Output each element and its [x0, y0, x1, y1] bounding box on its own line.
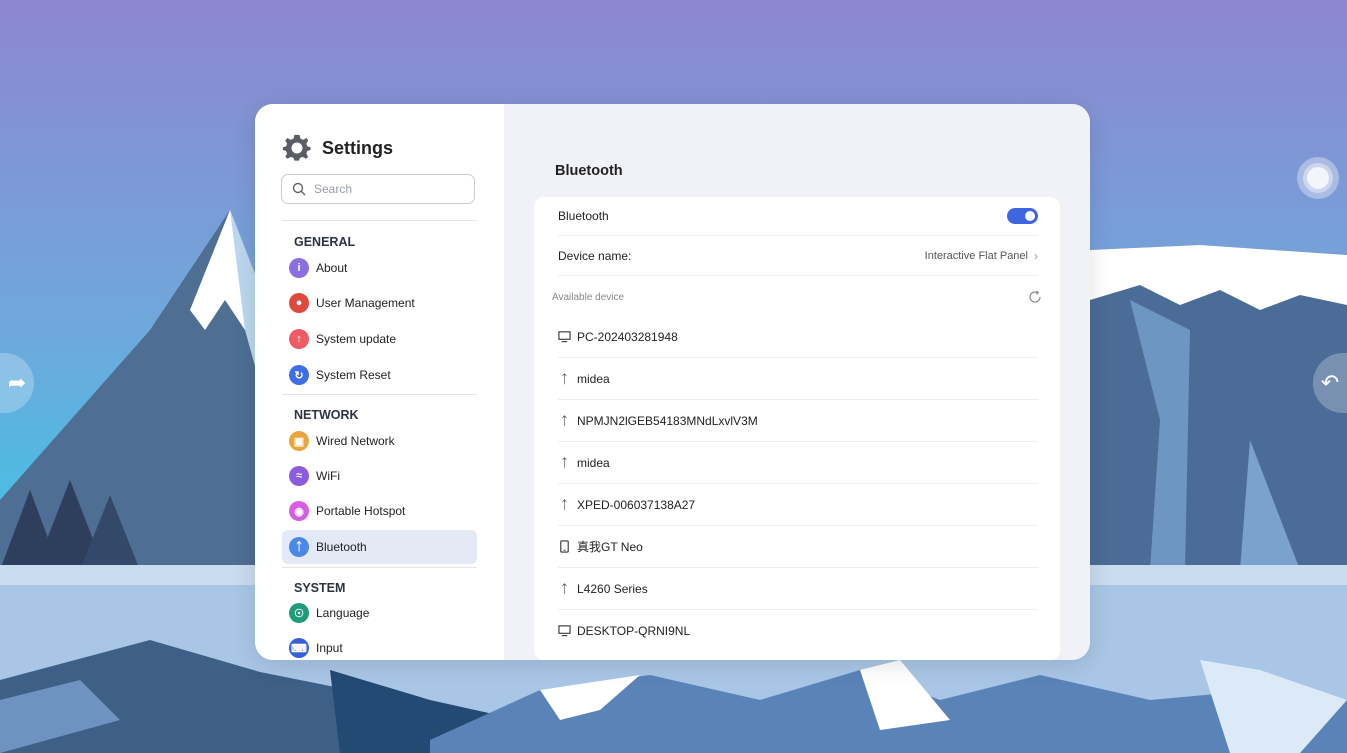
device-list-item[interactable]: ᛏ L4260 Series [558, 568, 1038, 610]
toggle-knob [1025, 211, 1035, 221]
app-title-text: Settings [322, 137, 394, 158]
device-name: NPMJN2lGEB54183MNdLxvlV3M [577, 413, 758, 428]
update-icon: ↑ [289, 329, 309, 349]
sidebar-item-system-reset[interactable]: ↻ System Reset [282, 358, 477, 392]
device-name: XPED-006037138A27 [577, 497, 696, 512]
globe-icon: ☉ [289, 603, 309, 623]
input-icon: ⌨ [289, 638, 309, 658]
sidebar-item-user-management[interactable]: ● User Management [282, 286, 477, 320]
device-name: 真我GT Neo [577, 540, 643, 554]
device-list-item[interactable]: ᛏ midea [558, 358, 1038, 400]
bluetooth-icon: ᛏ [560, 371, 569, 386]
refresh-icon[interactable] [1028, 290, 1042, 304]
sidebar-item-label: About [316, 261, 348, 275]
device-list-item[interactable]: ᛏ XPED-006037138A27 [558, 484, 1038, 526]
bluetooth-card: Bluetooth Device name: Interactive Flat … [534, 197, 1060, 660]
sidebar-item-about[interactable]: i About [282, 251, 477, 285]
divider [282, 567, 477, 568]
floating-ball-dot-icon [1307, 167, 1329, 189]
bluetooth-icon: ᛏ [560, 581, 569, 596]
device-name-value-wrap: Interactive Flat Panel › [925, 249, 1038, 263]
computer-icon [558, 625, 571, 637]
sidebar-item-wifi[interactable]: ≈ WiFi [282, 459, 477, 493]
forward-arrow-icon: ➦ [7, 370, 27, 395]
bluetooth-toggle-row[interactable]: Bluetooth [558, 197, 1038, 236]
available-devices-header: Available device [552, 292, 625, 303]
search-icon [292, 182, 306, 196]
sidebar-item-language[interactable]: ☉ Language [282, 596, 477, 630]
floating-assistive-ball[interactable] [1297, 157, 1339, 199]
sidebar-item-label: System Reset [316, 368, 391, 382]
device-list-item[interactable]: 真我GT Neo [558, 526, 1038, 568]
info-icon: i [289, 258, 309, 278]
sidebar-item-label: User Management [316, 296, 415, 310]
search-box[interactable] [281, 174, 475, 204]
reset-icon: ↻ [289, 365, 309, 385]
bluetooth-icon: ᛏ [560, 413, 569, 428]
device-name-row[interactable]: Device name: Interactive Flat Panel › [558, 236, 1038, 276]
device-list-item[interactable]: PC-202403281948 [558, 316, 1038, 358]
ethernet-icon: ▣ [289, 431, 309, 451]
page-title: Bluetooth [555, 163, 623, 179]
device-name: DESKTOP-QRNI9NL [577, 623, 691, 638]
sidebar-item-label: Bluetooth [316, 540, 367, 554]
bluetooth-icon: ᛏ [560, 497, 569, 512]
section-network: NETWORK [294, 408, 359, 422]
bluetooth-icon: ᛏ [560, 455, 569, 470]
section-general: GENERAL [294, 235, 356, 249]
sidebar-item-label: Language [316, 606, 370, 620]
sidebar-item-label: Input [316, 641, 343, 655]
content-pane: Bluetooth Bluetooth Device name: Interac… [504, 104, 1090, 660]
phone-icon [560, 540, 569, 553]
bluetooth-toggle[interactable] [1007, 208, 1038, 224]
divider [282, 220, 477, 221]
hotspot-icon: ◉ [289, 501, 309, 521]
device-name: midea [577, 455, 610, 470]
bluetooth-toggle-label: Bluetooth [558, 209, 609, 223]
sidebar-item-bluetooth[interactable]: ᛏ Bluetooth [282, 530, 477, 564]
device-name: PC-202403281948 [577, 329, 678, 344]
wifi-icon: ≈ [289, 466, 309, 486]
users-icon: ● [289, 293, 309, 313]
sidebar-item-system-update[interactable]: ↑ System update [282, 322, 477, 356]
search-input[interactable] [312, 181, 466, 197]
sidebar: Settings GENERAL i About ● User Manageme… [255, 104, 504, 660]
device-name: L4260 Series [577, 581, 648, 596]
sidebar-item-label: System update [316, 332, 397, 346]
computer-icon [558, 331, 571, 343]
app-title: Settings [282, 133, 393, 163]
sidebar-item-label: WiFi [316, 469, 340, 483]
bluetooth-icon: ᛏ [289, 537, 309, 557]
device-name-value: Interactive Flat Panel [924, 249, 1028, 262]
chevron-right-icon: › [1034, 248, 1038, 263]
sidebar-item-input[interactable]: ⌨ Input [282, 631, 477, 660]
device-name: midea [577, 371, 610, 386]
divider [282, 394, 477, 395]
sidebar-item-portable-hotspot[interactable]: ◉ Portable Hotspot [282, 494, 477, 528]
sidebar-item-label: Wired Network [316, 434, 395, 448]
device-name-label: Device name: [558, 248, 632, 263]
sidebar-item-wired-network[interactable]: ▣ Wired Network [282, 424, 477, 458]
gear-icon [282, 134, 311, 161]
device-list-item[interactable]: DESKTOP-QRNI9NL [558, 610, 1038, 651]
back-arrow-icon: ↶ [1320, 370, 1340, 395]
section-system: SYSTEM [294, 581, 346, 595]
sidebar-item-label: Portable Hotspot [316, 504, 406, 518]
settings-window: Settings GENERAL i About ● User Manageme… [255, 104, 1090, 660]
device-list-item[interactable]: ᛏ NPMJN2lGEB54183MNdLxvlV3M [558, 400, 1038, 442]
device-list-item[interactable]: ᛏ midea [558, 442, 1038, 484]
